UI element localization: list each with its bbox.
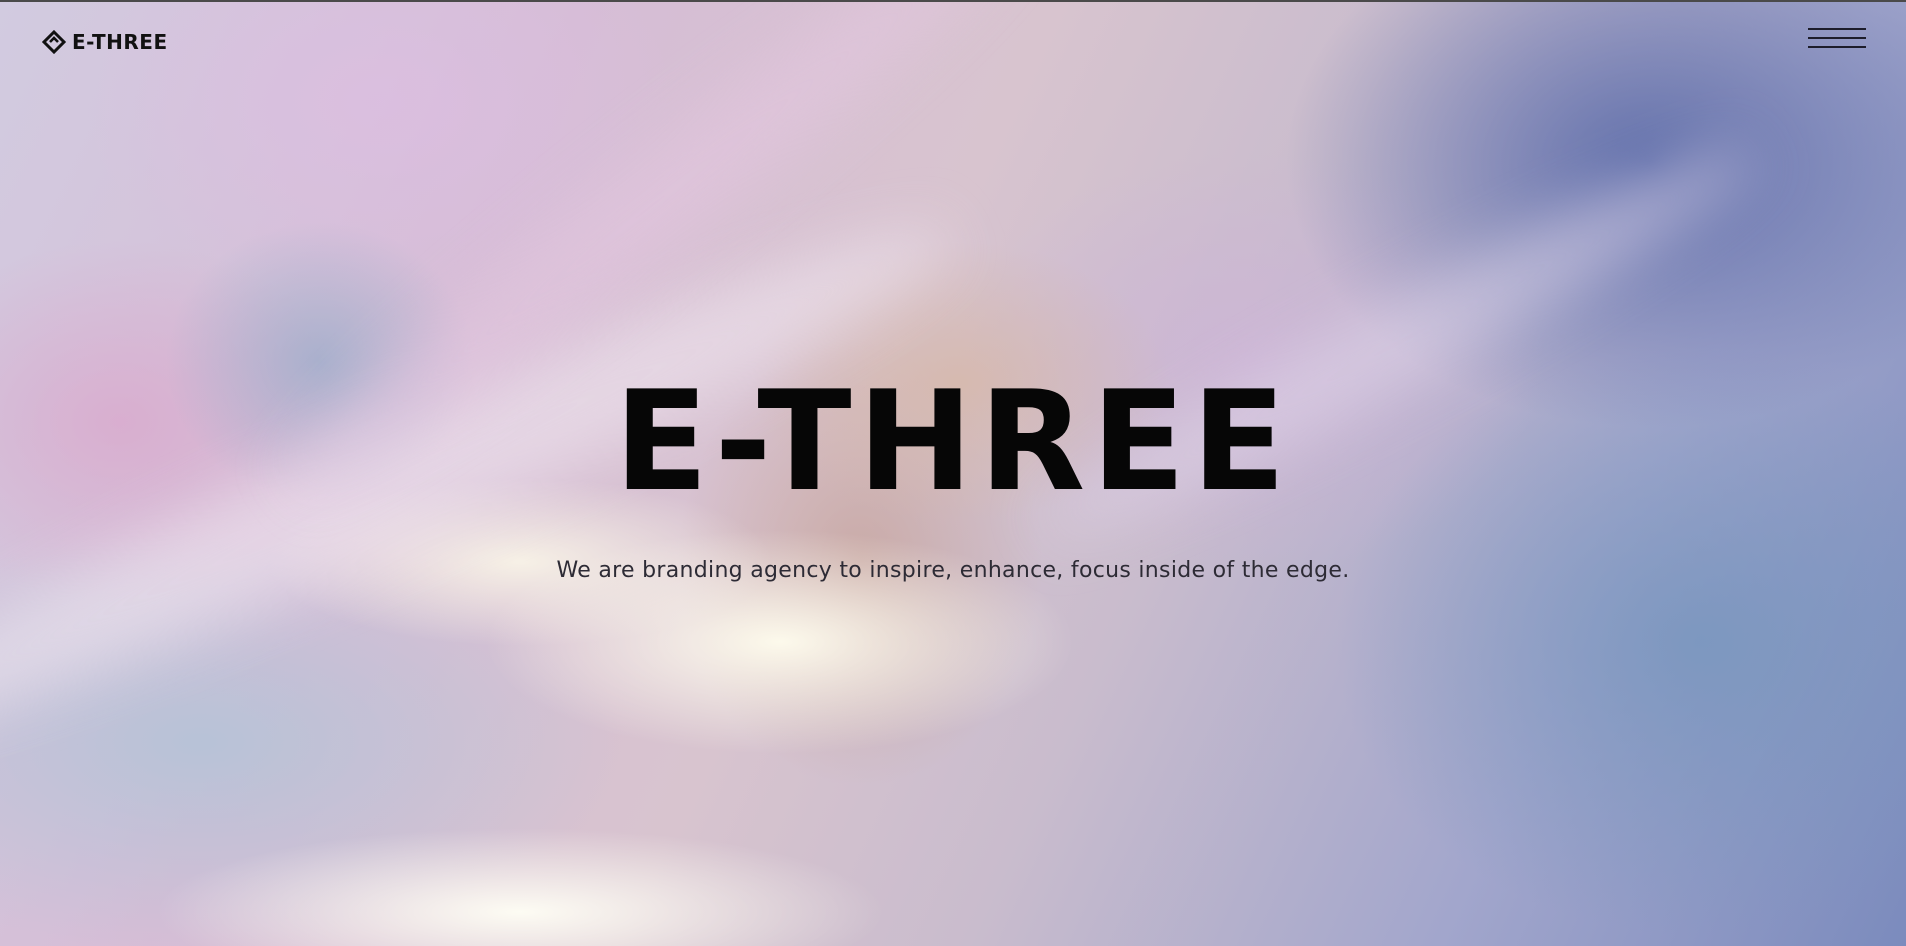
hero-tagline: We are branding agency to inspire, enhan… xyxy=(556,558,1350,583)
hero-title: E-THREE xyxy=(614,361,1292,522)
page: E-THREE E-THREE We are branding agency t… xyxy=(0,0,1906,946)
hero-section: E-THREE We are branding agency to inspir… xyxy=(0,2,1906,946)
